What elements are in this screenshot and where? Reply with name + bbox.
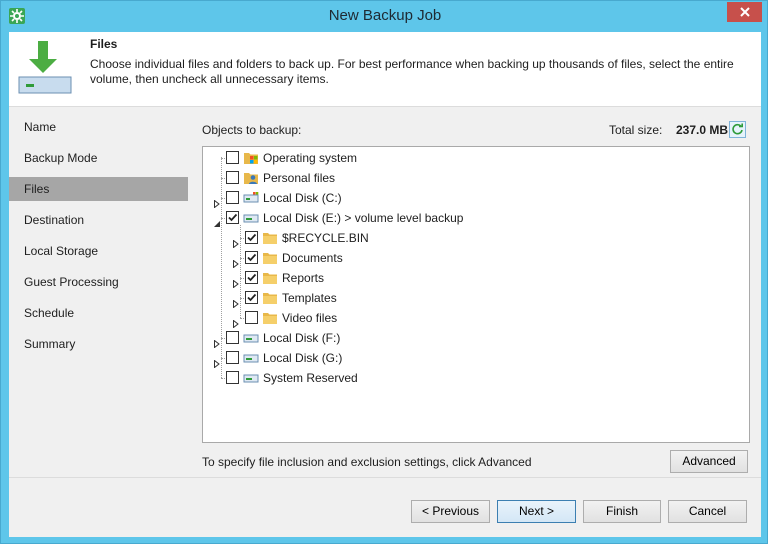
step-description: Choose individual files and folders to b… (90, 57, 734, 86)
tree-node[interactable]: Operating system (203, 148, 743, 168)
drive-icon (243, 370, 259, 386)
total-size-value: 237.0 MB (676, 123, 729, 137)
tree-node[interactable]: Local Disk (E:) > volume level backup (203, 208, 743, 228)
nav-item-guest-processing[interactable]: Guest Processing (9, 270, 188, 294)
collapsed-arrow-icon[interactable] (232, 294, 240, 309)
tree-node-label: Local Disk (C:) (263, 191, 342, 205)
collapsed-arrow-icon[interactable] (213, 194, 221, 209)
system-drive-icon (243, 190, 259, 206)
tree-node[interactable]: Local Disk (G:) (203, 348, 743, 369)
window-title: New Backup Job (328, 7, 442, 24)
tree-checkbox[interactable] (226, 331, 239, 344)
tree-checkbox[interactable] (226, 151, 239, 164)
nav-item-backup-mode[interactable]: Backup Mode (9, 146, 188, 170)
tree-node-label: Local Disk (G:) (263, 351, 343, 365)
close-icon (739, 7, 750, 17)
tree-node-label: Local Disk (F:) (263, 331, 341, 345)
finish-button[interactable]: Finish (583, 500, 661, 523)
tree-checkbox[interactable] (226, 171, 239, 184)
expanded-arrow-icon[interactable] (213, 214, 221, 227)
tree-node[interactable]: Documents (203, 248, 743, 269)
refresh-icon (732, 123, 743, 135)
tree-node[interactable]: Local Disk (C:) (203, 188, 743, 209)
title-bar[interactable]: New Backup Job (1, 1, 768, 31)
tree-node[interactable]: Video files (203, 308, 743, 329)
total-size-label: Total size: (609, 123, 663, 137)
tree-node[interactable]: Personal files (203, 168, 743, 188)
step-header: Files Choose individual files and folder… (9, 32, 761, 107)
advanced-button[interactable]: Advanced (670, 450, 748, 473)
nav-item-summary[interactable]: Summary (9, 332, 188, 356)
collapsed-arrow-icon[interactable] (232, 234, 240, 249)
previous-button[interactable]: < Previous (411, 500, 490, 523)
tree-checkbox[interactable] (245, 291, 258, 304)
nav-item-schedule[interactable]: Schedule (9, 301, 188, 325)
folder-icon (262, 290, 278, 306)
tree-node-label: Personal files (263, 171, 336, 185)
folder-icon (262, 250, 278, 266)
tree-node[interactable]: System Reserved (203, 368, 743, 388)
tree-node-label: System Reserved (263, 371, 358, 385)
folder-icon (262, 230, 278, 246)
nav-item-files[interactable]: Files (9, 177, 188, 201)
wizard-body: Files Choose individual files and folder… (9, 32, 761, 537)
step-title: Files (90, 37, 118, 51)
close-button[interactable] (727, 2, 762, 22)
tree-checkbox[interactable] (226, 351, 239, 364)
tree-checkbox[interactable] (226, 371, 239, 384)
user-folder-icon (243, 170, 259, 186)
tree-node-label: Video files (282, 311, 338, 325)
wizard-steps: Name Backup Mode Files Destination Local Sto… (9, 108, 189, 477)
windows-os-icon (243, 150, 259, 166)
tree-checkbox[interactable] (226, 191, 239, 204)
tree-node-label: $RECYCLE.BIN (282, 231, 369, 245)
drive-icon (243, 210, 259, 226)
advanced-hint: To specify file inclusion and exclusion … (202, 455, 532, 469)
tree-node-label: Operating system (263, 151, 358, 165)
tree-checkbox[interactable] (245, 311, 258, 324)
nav-item-name[interactable]: Name (9, 115, 188, 139)
nav-item-destination[interactable]: Destination (9, 208, 188, 232)
objects-label: Objects to backup: (202, 123, 302, 137)
tree-node[interactable]: Local Disk (F:) (203, 328, 743, 349)
refresh-button[interactable] (729, 121, 746, 138)
backup-job-window: New Backup Job Files Choose individual f… (0, 0, 768, 544)
drive-icon (243, 330, 259, 346)
tree-checkbox[interactable] (245, 271, 258, 284)
tree-node[interactable]: $RECYCLE.BIN (203, 228, 743, 249)
tree-node-label: Templates (282, 291, 337, 305)
drive-icon (243, 350, 259, 366)
nav-item-local-storage[interactable]: Local Storage (9, 239, 188, 263)
tree-node-label: Reports (282, 271, 325, 285)
footer-divider (9, 477, 761, 478)
tree-node-label: Local Disk (E:) > volume level backup (263, 211, 464, 225)
objects-tree[interactable]: Operating system Personal files Local Disk… (202, 146, 750, 443)
collapsed-arrow-icon[interactable] (213, 334, 221, 349)
collapsed-arrow-icon[interactable] (232, 274, 240, 289)
tree-checkbox[interactable] (245, 231, 258, 244)
tree-node[interactable]: Templates (203, 288, 743, 309)
next-button[interactable]: Next > (497, 500, 576, 523)
tree-node[interactable]: Reports (203, 268, 743, 289)
download-drive-icon (18, 39, 72, 95)
tree-checkbox[interactable] (245, 251, 258, 264)
collapsed-arrow-icon[interactable] (232, 314, 240, 329)
cancel-button[interactable]: Cancel (668, 500, 747, 523)
folder-icon (262, 270, 278, 286)
collapsed-arrow-icon[interactable] (232, 254, 240, 269)
folder-icon (262, 310, 278, 326)
tree-checkbox[interactable] (226, 211, 239, 224)
collapsed-arrow-icon[interactable] (213, 354, 221, 369)
tree-node-label: Documents (282, 251, 343, 265)
